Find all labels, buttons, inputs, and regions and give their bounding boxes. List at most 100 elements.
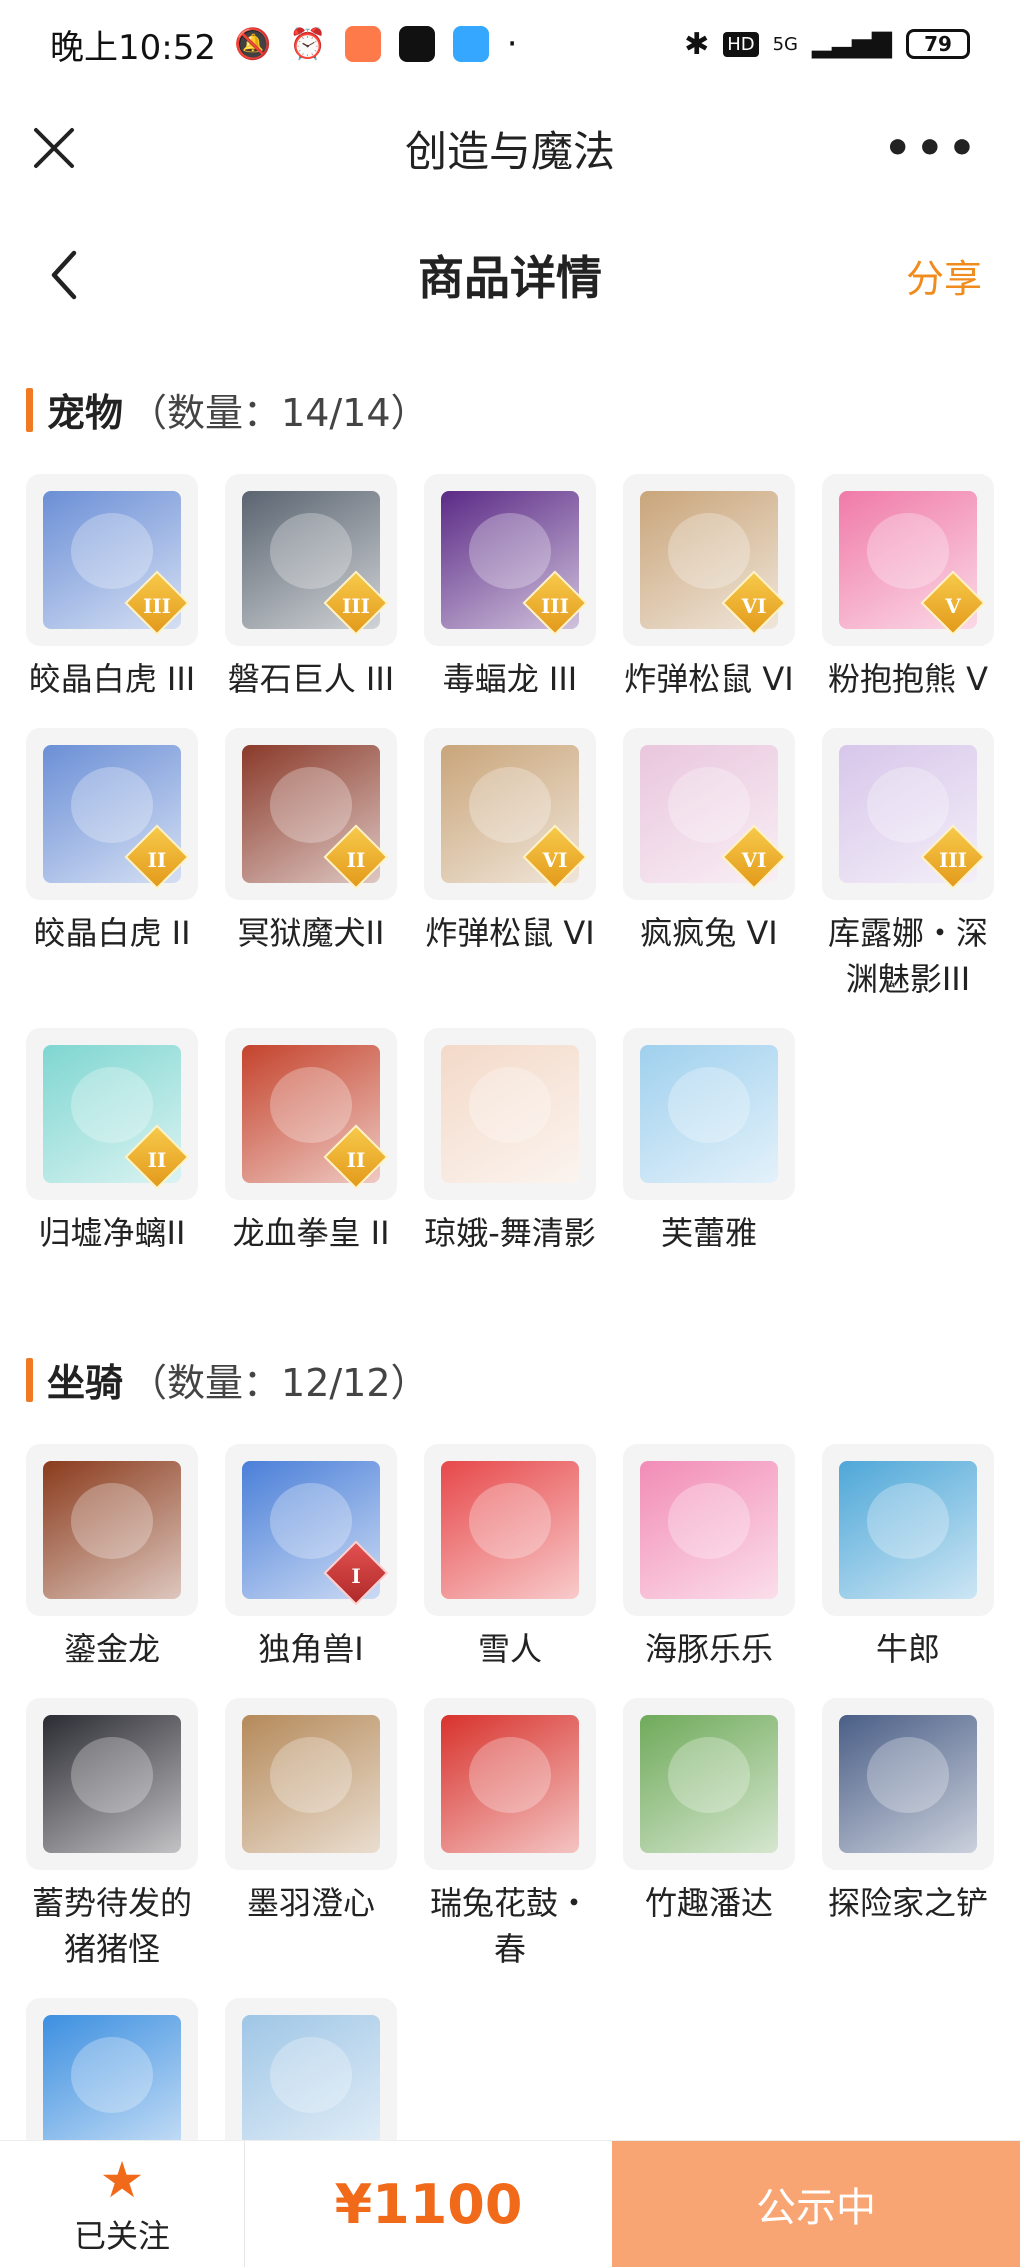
bottom-action-bar: ★ 已关注 ¥1100 公示中: [0, 2140, 1020, 2267]
pet-item[interactable]: III 磐石巨人 III: [225, 474, 397, 702]
pet-item[interactable]: III 毒蝠龙 III: [424, 474, 596, 702]
network-type: 5G: [772, 33, 799, 55]
mount-item[interactable]: 雪人: [424, 1444, 596, 1672]
mount-item[interactable]: 瑞兔花鼓・春: [424, 1698, 596, 1972]
pets-section-title: 宠物 （数量：14/14）: [26, 382, 429, 437]
share-button[interactable]: 分享: [906, 248, 982, 303]
mount-item[interactable]: 墨羽澄心: [225, 1698, 397, 1972]
mount-item[interactable]: 牛郎: [822, 1444, 994, 1672]
mount-item[interactable]: 海豚乐乐: [623, 1444, 795, 1672]
follow-label: 已关注: [73, 2216, 170, 2255]
back-arrow-icon[interactable]: [44, 245, 84, 305]
follow-button[interactable]: ★ 已关注: [0, 2141, 245, 2267]
alarm-icon: ⏰: [289, 26, 327, 62]
tier-label: II: [346, 847, 366, 872]
pet-item[interactable]: VI 炸弹松鼠 VI: [623, 474, 795, 702]
item-thumbnail: III: [225, 474, 397, 646]
dancer-doll-icon: [441, 1045, 579, 1183]
hd-icon: HD: [723, 31, 759, 57]
item-thumbnail: I: [225, 1444, 397, 1616]
page-title: 商品详情: [418, 251, 602, 305]
item-label: 皎晶白虎 III: [28, 660, 196, 698]
item-thumbnail: [623, 1698, 795, 1870]
item-thumbnail: [424, 1444, 596, 1616]
tier-label: VI: [741, 847, 767, 872]
pet-item[interactable]: 琼娥-舞清影: [424, 1028, 596, 1256]
pets-grid: III 皎晶白虎 III III 磐石巨人 III III 毒蝠龙 III VI 炸弹松鼠 V…: [26, 474, 1006, 1256]
item-thumbnail: [26, 1444, 198, 1616]
app-title: 创造与魔法: [404, 126, 615, 176]
tier-label: II: [147, 847, 167, 872]
message-notification-icon: [452, 26, 489, 62]
item-thumbnail: [822, 1698, 994, 1870]
app-notification-icon: [344, 26, 381, 62]
item-label: 皎晶白虎 II: [33, 914, 191, 952]
section-count: （数量：14/14）: [129, 391, 429, 435]
bluetooth-icon: ✱: [684, 26, 710, 62]
item-thumbnail: III: [424, 474, 596, 646]
mute-icon: 🔕: [233, 26, 272, 62]
item-label: 独角兽I: [258, 1630, 364, 1668]
feather-sword-icon: [242, 1715, 380, 1853]
item-label: 归墟净螭II: [38, 1214, 186, 1252]
mount-item[interactable]: 鎏金龙: [26, 1444, 198, 1672]
pet-item[interactable]: II 皎晶白虎 II: [26, 728, 198, 1002]
item-thumbnail: II: [26, 728, 198, 900]
tier-label: III: [341, 593, 371, 618]
section-accent-bar: [26, 387, 33, 432]
more-options-icon[interactable]: •••: [884, 123, 980, 174]
item-label: 龙血拳皇 II: [232, 1214, 390, 1252]
item-label: 探险家之铲: [827, 1884, 988, 1922]
mount-item[interactable]: 竹趣潘达: [623, 1698, 795, 1972]
section-name: 坐骑: [47, 1361, 124, 1405]
section-name: 宠物: [47, 391, 124, 435]
snowman-icon: [441, 1461, 579, 1599]
music-notification-icon: [398, 26, 435, 62]
panda-icon: [640, 1715, 778, 1853]
item-label: 牛郎: [875, 1630, 940, 1668]
item-label: 炸弹松鼠 VI: [624, 660, 794, 698]
tier-label: III: [938, 847, 968, 872]
mount-item[interactable]: 蓄势待发的猪猪怪: [26, 1698, 198, 1972]
item-label: 粉抱抱熊 V: [827, 660, 989, 698]
pet-item[interactable]: VI 炸弹松鼠 VI: [424, 728, 596, 1002]
item-label: 冥狱魔犬II: [237, 914, 385, 952]
tier-label: II: [147, 1147, 167, 1172]
item-label: 海豚乐乐: [644, 1630, 773, 1668]
item-label: 竹趣潘达: [644, 1884, 773, 1922]
item-label: 瑞兔花鼓・春: [429, 1884, 590, 1968]
whale-icon: [43, 2015, 181, 2153]
cowherd-icon: [839, 1461, 977, 1599]
item-label: 磐石巨人 III: [227, 660, 395, 698]
tier-label: I: [351, 1563, 361, 1588]
pet-item[interactable]: 芙蕾雅: [623, 1028, 795, 1256]
pet-item[interactable]: II 冥狱魔犬II: [225, 728, 397, 1002]
pet-item[interactable]: III 皎晶白虎 III: [26, 474, 198, 702]
pet-item[interactable]: VI 疯疯兔 VI: [623, 728, 795, 1002]
item-thumbnail: [424, 1028, 596, 1200]
item-thumbnail: III: [26, 474, 198, 646]
pet-item[interactable]: II 龙血拳皇 II: [225, 1028, 397, 1256]
item-label: 疯疯兔 VI: [640, 914, 778, 952]
item-thumbnail: II: [225, 728, 397, 900]
golden-dragon-icon: [43, 1461, 181, 1599]
mount-item[interactable]: I 独角兽I: [225, 1444, 397, 1672]
pet-item[interactable]: III 库露娜・深渊魅影III: [822, 728, 994, 1002]
item-thumbnail: [623, 1028, 795, 1200]
pet-item[interactable]: II 归墟净螭II: [26, 1028, 198, 1256]
page-header: 商品详情 分享: [0, 220, 1020, 330]
pig-monster-icon: [43, 1715, 181, 1853]
item-thumbnail: [225, 1698, 397, 1870]
shovel-icon: [839, 1715, 977, 1853]
signal-icon: ▂▃▅▇: [812, 29, 892, 59]
mount-item[interactable]: 探险家之铲: [822, 1698, 994, 1972]
rabbit-drum-icon: [441, 1715, 579, 1853]
section-count: （数量：12/12）: [129, 1361, 429, 1405]
close-icon[interactable]: [30, 124, 78, 172]
status-button[interactable]: 公示中: [612, 2141, 1020, 2267]
tier-label: III: [142, 593, 172, 618]
pet-item[interactable]: V 粉抱抱熊 V: [822, 474, 994, 702]
more-notifications-icon: ·: [506, 24, 518, 64]
item-label: 鎏金龙: [63, 1630, 160, 1668]
battery-level: 79: [924, 32, 952, 56]
